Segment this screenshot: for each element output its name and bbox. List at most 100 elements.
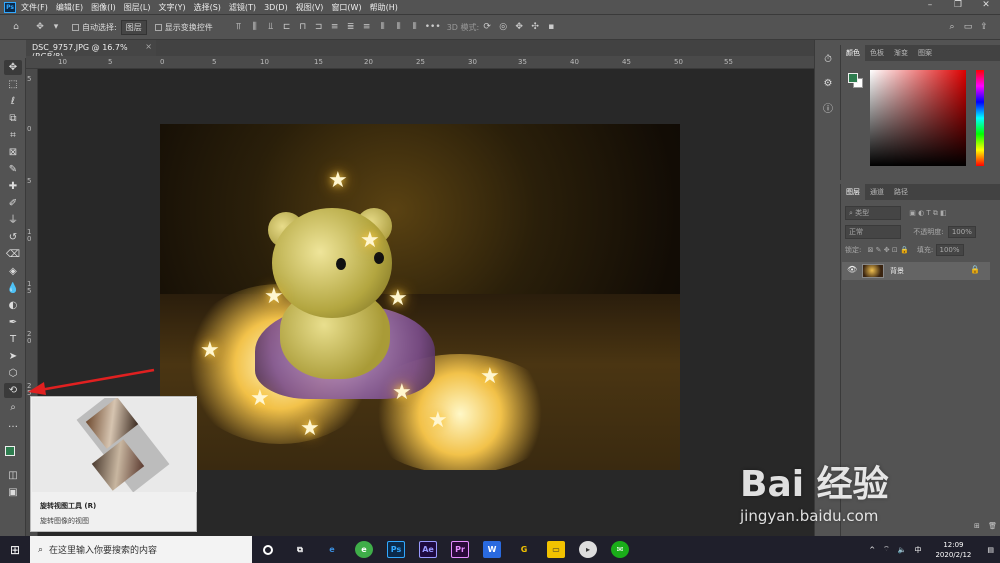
auto-select-dropdown[interactable]: 图层 [120, 19, 147, 35]
home-icon[interactable]: ⌂ [10, 22, 22, 32]
file-explorer-icon[interactable]: ▭ [540, 536, 572, 563]
edge-icon[interactable]: e [316, 536, 348, 563]
brush-tool-icon[interactable]: ✐ [4, 196, 22, 211]
align-bottom-icon[interactable]: ⫫ [265, 22, 277, 32]
foreground-color-swatch[interactable] [5, 446, 15, 456]
show-transform-checkbox[interactable] [154, 23, 162, 31]
menu-type[interactable]: 文字(Y) [158, 2, 185, 13]
marquee-tool-icon[interactable]: ⬚ [4, 77, 22, 92]
more-tools-icon[interactable]: … [4, 417, 22, 432]
dodge-tool-icon[interactable]: ◐ [4, 298, 22, 313]
document-tab[interactable]: DSC_9757.JPG @ 16.7%(RGB/8) × [26, 40, 156, 61]
menu-image[interactable]: 图像(I) [91, 2, 116, 13]
rotate-view-tool-icon[interactable]: ⟲ [4, 383, 22, 398]
zoom-tool-icon[interactable]: ⌕ [4, 400, 22, 415]
menu-help[interactable]: 帮助(H) [370, 2, 398, 13]
task-view-icon[interactable]: ⧉ [284, 536, 316, 563]
move-tool-preset-icon[interactable]: ✥ [34, 22, 46, 32]
browser-360-icon[interactable]: e [348, 536, 380, 563]
menu-view[interactable]: 视图(V) [296, 2, 324, 13]
lasso-tool-icon[interactable]: ℓ [4, 94, 22, 109]
distribute-right-icon[interactable]: ⦀ [409, 22, 421, 32]
align-vcenter-icon[interactable]: ⫼ [249, 22, 261, 32]
distribute-top-icon[interactable]: ≡ [329, 22, 341, 32]
screen-mode-icon[interactable]: ▣ [4, 485, 22, 500]
clone-stamp-tool-icon[interactable]: ⏚ [4, 213, 22, 228]
menu-layer[interactable]: 图层(L) [124, 2, 151, 13]
share-icon[interactable]: ⇪ [978, 22, 990, 32]
slide-3d-icon[interactable]: ✣ [529, 22, 541, 32]
info-panel-icon[interactable]: ⓘ [820, 100, 836, 115]
eraser-tool-icon[interactable]: ⌫ [4, 247, 22, 262]
path-select-tool-icon[interactable]: ➤ [4, 349, 22, 364]
healing-brush-tool-icon[interactable]: ✚ [4, 179, 22, 194]
menu-file[interactable]: 文件(F) [21, 2, 48, 13]
layer-filter-dropdown[interactable]: ⌕ 类型 [845, 206, 901, 220]
taskbar-search-box[interactable]: ⌕ 在这里输入你要搜索的内容 [30, 536, 252, 563]
history-brush-tool-icon[interactable]: ↺ [4, 230, 22, 245]
network-icon[interactable]: ⌔ [879, 545, 894, 554]
visibility-eye-icon[interactable]: 👁 [847, 265, 857, 274]
app-g-icon[interactable]: G [508, 536, 540, 563]
pen-tool-icon[interactable]: ✒ [4, 315, 22, 330]
wechat-icon[interactable]: ✉ [604, 536, 636, 563]
orbit-3d-icon[interactable]: ⟳ [481, 22, 493, 32]
distribute-vcenter-icon[interactable]: ≣ [345, 22, 357, 32]
blend-mode-dropdown[interactable]: 正常 [845, 225, 901, 239]
align-right-icon[interactable]: ⊐ [313, 22, 325, 32]
taskbar-photoshop[interactable]: Ps [380, 536, 412, 563]
ime-indicator[interactable]: 中 [910, 545, 925, 555]
document-image[interactable]: ★ ★ ★ ★ ★ ★ ★ ★ ★ ★ [160, 124, 680, 470]
opacity-input[interactable]: 100% [947, 226, 976, 238]
clock[interactable]: 12:09 2020/2/12 [925, 540, 981, 560]
tab-layers[interactable]: 图层 [841, 184, 865, 200]
hue-slider[interactable] [976, 70, 984, 166]
distribute-hcenter-icon[interactable]: ⦀ [393, 22, 405, 32]
distribute-left-icon[interactable]: ⦀ [377, 22, 389, 32]
tab-swatches[interactable]: 色板 [865, 48, 889, 58]
taskbar-premiere[interactable]: Pr [444, 536, 476, 563]
roll-3d-icon[interactable]: ◎ [497, 22, 509, 32]
wps-icon[interactable]: W [476, 536, 508, 563]
more-options-icon[interactable]: ••• [425, 22, 441, 32]
tab-paths[interactable]: 路径 [889, 187, 913, 197]
align-left-icon[interactable]: ⊏ [281, 22, 293, 32]
close-tab-icon[interactable]: × [145, 42, 152, 51]
type-tool-icon[interactable]: T [4, 332, 22, 347]
quick-mask-icon[interactable]: ◫ [4, 468, 22, 483]
tab-gradients[interactable]: 渐变 [889, 48, 913, 58]
adjustments-panel-icon[interactable]: ⚙ [820, 78, 836, 92]
panel-foreground-swatch[interactable] [848, 73, 858, 83]
object-select-tool-icon[interactable]: ⧉ [4, 111, 22, 126]
minimize-icon[interactable]: – [916, 0, 944, 14]
align-hcenter-icon[interactable]: ⊓ [297, 22, 309, 32]
distribute-bottom-icon[interactable]: ≡ [361, 22, 373, 32]
drag-3d-icon[interactable]: ✥ [513, 22, 525, 32]
filter-icons[interactable]: ▣ ◐ T ⧉ ◧ [909, 209, 947, 217]
menu-edit[interactable]: 编辑(E) [56, 2, 83, 13]
layer-row[interactable]: 👁 背景 🔒 [842, 262, 990, 280]
auto-select-checkbox[interactable] [72, 23, 79, 31]
player-icon[interactable]: ▸ [572, 536, 604, 563]
cortana-icon[interactable] [252, 536, 284, 563]
blur-tool-icon[interactable]: 💧 [4, 281, 22, 296]
frame-tool-icon[interactable]: ⊠ [4, 145, 22, 160]
notification-icon[interactable]: ▤ [981, 546, 1000, 554]
tab-patterns[interactable]: 图案 [913, 48, 937, 58]
shape-tool-icon[interactable]: ⬡ [4, 366, 22, 381]
lock-icons[interactable]: ⊠ ✎ ✥ ⊡ 🔒 [868, 246, 909, 254]
taskbar-after-effects[interactable]: Ae [412, 536, 444, 563]
menu-select[interactable]: 选择(S) [194, 2, 221, 13]
align-top-icon[interactable]: ⫪ [233, 22, 245, 32]
workspace-icon[interactable]: ▭ [962, 22, 974, 32]
menu-window[interactable]: 窗口(W) [331, 2, 361, 13]
color-picker-field[interactable] [870, 70, 966, 166]
paint-bucket-tool-icon[interactable]: ◈ [4, 264, 22, 279]
search-icon[interactable]: ⌕ [946, 22, 958, 32]
chevron-down-icon[interactable]: ▾ [50, 22, 62, 32]
scale-3d-icon[interactable]: ▪ [545, 22, 557, 32]
move-tool-icon[interactable]: ✥ [4, 60, 22, 75]
tab-color[interactable]: 颜色 [841, 45, 865, 61]
crop-tool-icon[interactable]: ⌗ [4, 128, 22, 143]
fill-input[interactable]: 100% [935, 244, 964, 256]
